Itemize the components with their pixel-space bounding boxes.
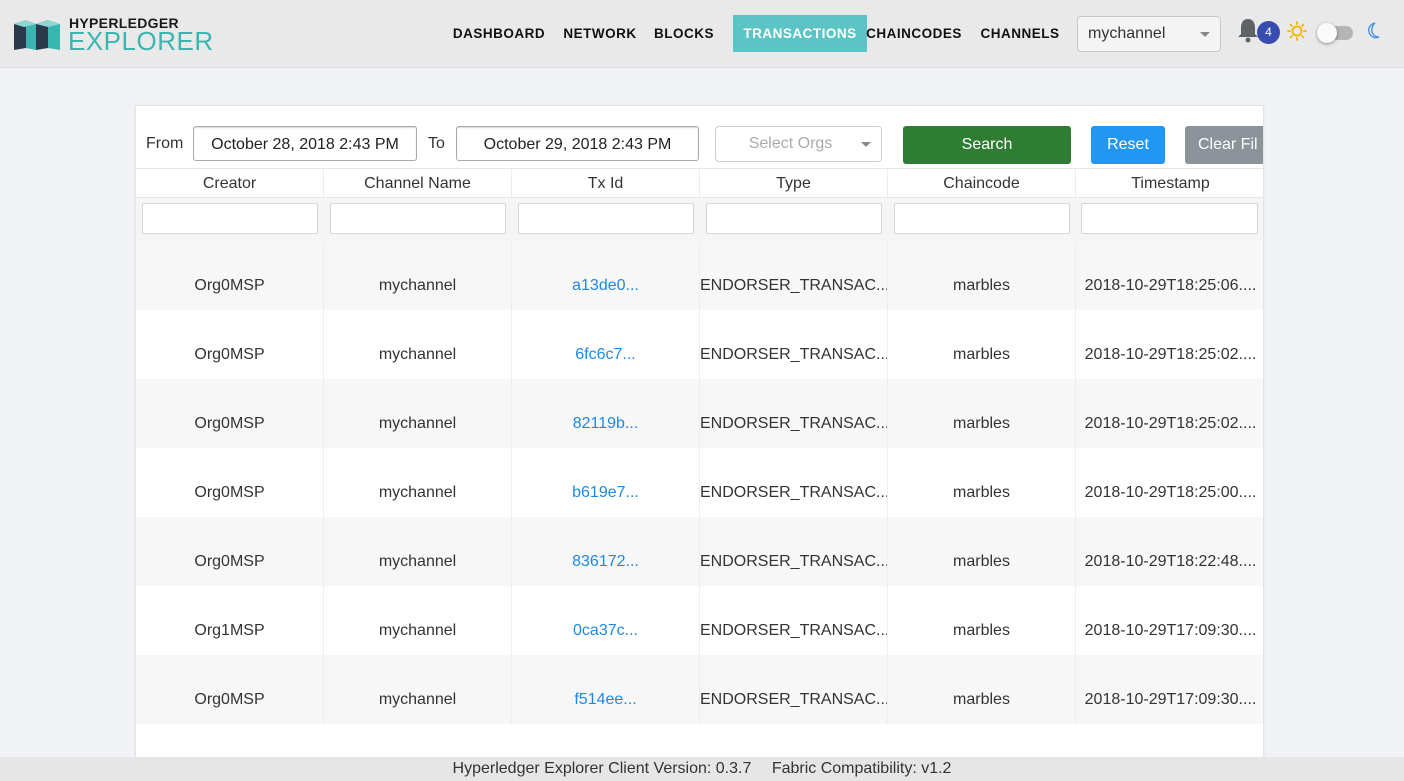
nav-network[interactable]: NETWORK [556,15,644,52]
timestamp-cell: 2018-10-29T18:25:02.... [1084,346,1257,363]
footer: Hyperledger Explorer Client Version: 0.3… [0,757,1404,781]
channel-name-cell: mychannel [324,517,512,586]
select-orgs-dropdown[interactable]: Select Orgs [715,126,882,162]
table-row[interactable]: Org0MSP mychannel b619e7... ENDORSER_TRANSA… [136,448,1263,517]
timestamp-cell: 2018-10-29T17:09:30.... [1084,691,1257,708]
table-header: Creator Channel Name Tx Id Type Chaincod… [136,168,1263,199]
chaincode-cell: marbles [888,241,1076,310]
nav-channels[interactable]: CHANNELS [973,15,1067,52]
channel-name-filter-input[interactable] [330,203,506,234]
creator-filter-input[interactable] [142,203,318,234]
reset-button[interactable]: Reset [1091,126,1165,164]
theme-toggle-knob[interactable] [1317,23,1337,43]
column-header-chaincode[interactable]: Chaincode [888,169,1076,199]
channel-name-cell: mychannel [324,448,512,517]
search-button[interactable]: Search [903,126,1071,164]
creator-cell: Org0MSP [136,310,324,379]
transactions-card: From October 28, 2018 2:43 PM To October… [135,105,1264,765]
table-row[interactable]: Org0MSP mychannel f514ee... ENDORSER_TRANSA… [136,655,1263,724]
channel-name-cell: mychannel [324,655,512,724]
tx-id-link[interactable]: f514ee... [512,655,700,724]
nav-transactions[interactable]: TRANSACTIONS [733,15,867,52]
creator-cell: Org0MSP [136,517,324,586]
table-row[interactable]: Org0MSP mychannel 82119b... ENDORSER_TRANSA… [136,379,1263,448]
column-header-tx-id[interactable]: Tx Id [512,169,700,199]
timestamp-filter-input[interactable] [1081,203,1258,234]
creator-cell: Org1MSP [136,586,324,655]
timestamp-cell: 2018-10-29T18:25:00.... [1084,484,1257,501]
creator-cell: Org0MSP [136,448,324,517]
column-filter-row [136,198,1263,241]
timestamp-cell: 2018-10-29T18:22:48.... [1084,553,1257,570]
chaincode-cell: marbles [888,310,1076,379]
column-header-channel-name[interactable]: Channel Name [324,169,512,199]
type-cell: ENDORSER_TRANSAC... [700,379,888,448]
timestamp-cell: 2018-10-29T18:25:06.... [1084,277,1257,294]
creator-cell: Org0MSP [136,655,324,724]
channel-name-cell: mychannel [324,310,512,379]
timestamp-cell: 2018-10-29T17:09:30.... [1084,622,1257,639]
chaincode-filter-input[interactable] [894,203,1070,234]
channel-name-cell: mychannel [324,379,512,448]
tx-id-link[interactable]: 82119b... [512,379,700,448]
hyperledger-explorer-logo[interactable]: HYPERLEDGER EXPLORER [12,14,214,56]
theme-toggle[interactable] [1317,23,1353,43]
creator-cell: Org0MSP [136,379,324,448]
select-orgs-placeholder: Select Orgs [748,135,833,152]
tx-id-link[interactable]: 836172... [512,517,700,586]
channel-select-value: mychannel [1088,25,1166,42]
column-header-type[interactable]: Type [700,169,888,199]
type-cell: ENDORSER_TRANSAC... [700,310,888,379]
chevron-down-icon [861,142,871,147]
fabric-compat-text: Fabric Compatibility: v1.2 [771,760,952,777]
top-nav-bar: HYPERLEDGER EXPLORER DASHBOARD NETWORK B… [0,0,1404,68]
channel-select[interactable]: mychannel [1077,16,1221,52]
chaincode-cell: marbles [888,448,1076,517]
chaincode-cell: marbles [888,586,1076,655]
chevron-down-icon [1200,32,1210,37]
table-row[interactable]: Org1MSP mychannel 0ca37c... ENDORSER_TRANSA… [136,586,1263,655]
table-row[interactable]: Org0MSP mychannel 836172... ENDORSER_TRANSA… [136,517,1263,586]
type-cell: ENDORSER_TRANSAC... [700,241,888,310]
tx-id-link[interactable]: 0ca37c... [512,586,700,655]
to-label: To [428,135,445,152]
to-date-input[interactable]: October 29, 2018 2:43 PM [456,126,699,161]
tx-id-link[interactable]: a13de0... [512,241,700,310]
type-cell: ENDORSER_TRANSAC... [700,448,888,517]
type-filter-input[interactable] [706,203,882,234]
tx-id-link[interactable]: 6fc6c7... [512,310,700,379]
column-header-creator[interactable]: Creator [136,169,324,199]
type-cell: ENDORSER_TRANSAC... [700,586,888,655]
clear-filters-button[interactable]: Clear Fil [1185,126,1263,164]
nav-chaincodes[interactable]: CHAINCODES [865,15,963,52]
column-header-timestamp[interactable]: Timestamp [1076,169,1263,199]
client-version-text: Hyperledger Explorer Client Version: 0.3… [452,760,752,777]
creator-cell: Org0MSP [136,241,324,310]
chaincode-cell: marbles [888,517,1076,586]
nav-blocks[interactable]: BLOCKS [648,15,720,52]
chaincode-cell: marbles [888,655,1076,724]
type-cell: ENDORSER_TRANSAC... [700,655,888,724]
timestamp-cell: 2018-10-29T18:25:02.... [1084,415,1257,432]
notification-count-badge: 4 [1257,21,1280,44]
tx-id-filter-input[interactable] [518,203,694,234]
sun-icon [1287,21,1307,41]
nav-dashboard[interactable]: DASHBOARD [446,15,552,52]
hyperledger-cubes-logo-icon [14,20,60,50]
table-row[interactable]: Org0MSP mychannel a13de0... ENDORSER_TRANSA… [136,241,1263,310]
moon-icon [1368,22,1380,39]
chaincode-cell: marbles [888,379,1076,448]
from-date-input[interactable]: October 28, 2018 2:43 PM [193,126,417,161]
type-cell: ENDORSER_TRANSAC... [700,517,888,586]
logo-text-explorer: EXPLORER [68,26,214,56]
channel-name-cell: mychannel [324,241,512,310]
tx-id-link[interactable]: b619e7... [512,448,700,517]
channel-name-cell: mychannel [324,586,512,655]
table-row[interactable]: Org0MSP mychannel 6fc6c7... ENDORSER_TRANSA… [136,310,1263,379]
from-label: From [146,135,184,152]
